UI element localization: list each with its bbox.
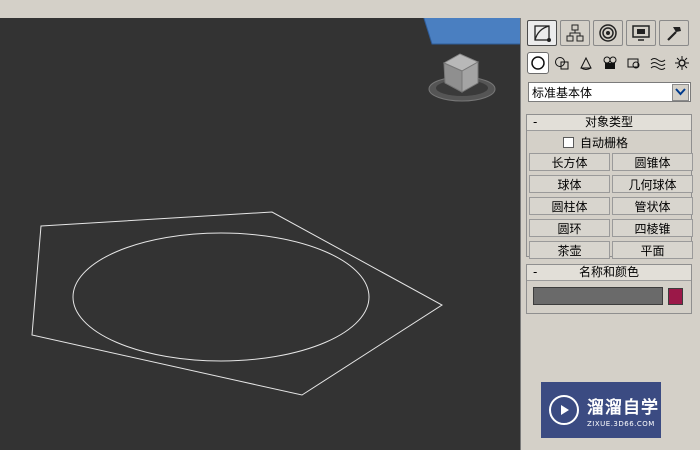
primitive-type-dropdown[interactable]: 标准基本体: [528, 82, 691, 102]
perspective-viewport[interactable]: [0, 18, 520, 450]
hierarchy-tab-icon: [566, 24, 584, 42]
lights-button[interactable]: [575, 52, 597, 74]
space-warps-icon: [650, 58, 666, 70]
hierarchy-tab[interactable]: [560, 20, 590, 46]
name-color-rollout: - 名称和颜色: [526, 264, 692, 314]
collapse-toggle[interactable]: -: [533, 265, 537, 280]
dropdown-selected-label: 标准基本体: [532, 85, 593, 100]
watermark-text: 溜溜自学 ZIXUE.3D66.COM: [587, 393, 659, 428]
cameras-button[interactable]: [599, 52, 621, 74]
name-color-header[interactable]: - 名称和颜色: [527, 265, 691, 281]
tube-button[interactable]: 管状体: [612, 197, 693, 215]
systems-button[interactable]: [671, 52, 693, 74]
ellipse-shape[interactable]: [72, 232, 370, 362]
autogrid-checkbox[interactable]: [563, 136, 574, 148]
viewcube-icon[interactable]: [428, 53, 496, 102]
object-category-row: [527, 52, 697, 76]
pentagon-shape[interactable]: [31, 211, 443, 396]
torus-button[interactable]: 圆环: [529, 219, 610, 237]
teapot-button[interactable]: 茶壶: [529, 241, 610, 259]
systems-icon: [675, 56, 689, 70]
utilities-tab[interactable]: [659, 20, 689, 46]
watermark-sub-text: ZIXUE.3D66.COM: [587, 419, 655, 428]
create-tab[interactable]: [527, 20, 557, 46]
lights-icon: [580, 56, 592, 70]
space-warps-button[interactable]: [647, 52, 669, 74]
autogrid-label: 自动栅格: [580, 135, 629, 150]
object-color-swatch[interactable]: [668, 287, 683, 305]
box-button[interactable]: 长方体: [529, 153, 610, 171]
geometry-button[interactable]: [527, 52, 549, 74]
object-type-rollout: - 对象类型 自动栅格 长方体 圆锥体 球体 几何球体 圆柱体 管状体 圆环 四…: [526, 114, 693, 259]
watermark-main-text: 溜溜自学: [587, 397, 659, 418]
name-color-row: [527, 281, 691, 311]
shapes-icon: [555, 57, 569, 70]
geometry-icon: [531, 56, 545, 70]
motion-tab[interactable]: [593, 20, 623, 46]
helpers-icon: [627, 58, 640, 69]
viewport-canvas: [31, 18, 520, 396]
object-type-header[interactable]: - 对象类型: [527, 115, 691, 131]
collapse-toggle[interactable]: -: [533, 115, 537, 130]
cameras-icon: [603, 56, 617, 69]
display-tab[interactable]: [626, 20, 656, 46]
cone-button[interactable]: 圆锥体: [612, 153, 693, 171]
primitive-button-grid: 长方体 圆锥体 球体 几何球体 圆柱体 管状体 圆环 四棱锥 茶壶 平面: [527, 153, 693, 263]
helpers-button[interactable]: [623, 52, 645, 74]
sphere-button[interactable]: 球体: [529, 175, 610, 193]
rollout-title: 对象类型: [584, 115, 633, 129]
dropdown-arrow-button[interactable]: [672, 83, 689, 101]
command-panel-tabs: [525, 18, 700, 46]
geosphere-button[interactable]: 几何球体: [612, 175, 693, 193]
watermark-logo: 溜溜自学 ZIXUE.3D66.COM: [541, 382, 661, 438]
rollout-title: 名称和颜色: [578, 265, 639, 279]
object-name-field[interactable]: [533, 287, 663, 305]
chevron-down-icon: [675, 88, 686, 96]
cylinder-button[interactable]: 圆柱体: [529, 197, 610, 215]
play-logo-icon: [549, 395, 579, 425]
motion-tab-icon: [599, 24, 617, 42]
top-toolbar-strip: [0, 0, 700, 18]
shapes-button[interactable]: [551, 52, 573, 74]
create-tab-icon: [534, 25, 551, 42]
autogrid-row[interactable]: 自动栅格: [527, 131, 691, 153]
blue-arrow-icon: [423, 18, 520, 45]
display-tab-icon: [632, 25, 650, 41]
pyramid-button[interactable]: 四棱锥: [612, 219, 693, 237]
utilities-tab-icon: [667, 27, 681, 41]
plane-button[interactable]: 平面: [612, 241, 693, 259]
